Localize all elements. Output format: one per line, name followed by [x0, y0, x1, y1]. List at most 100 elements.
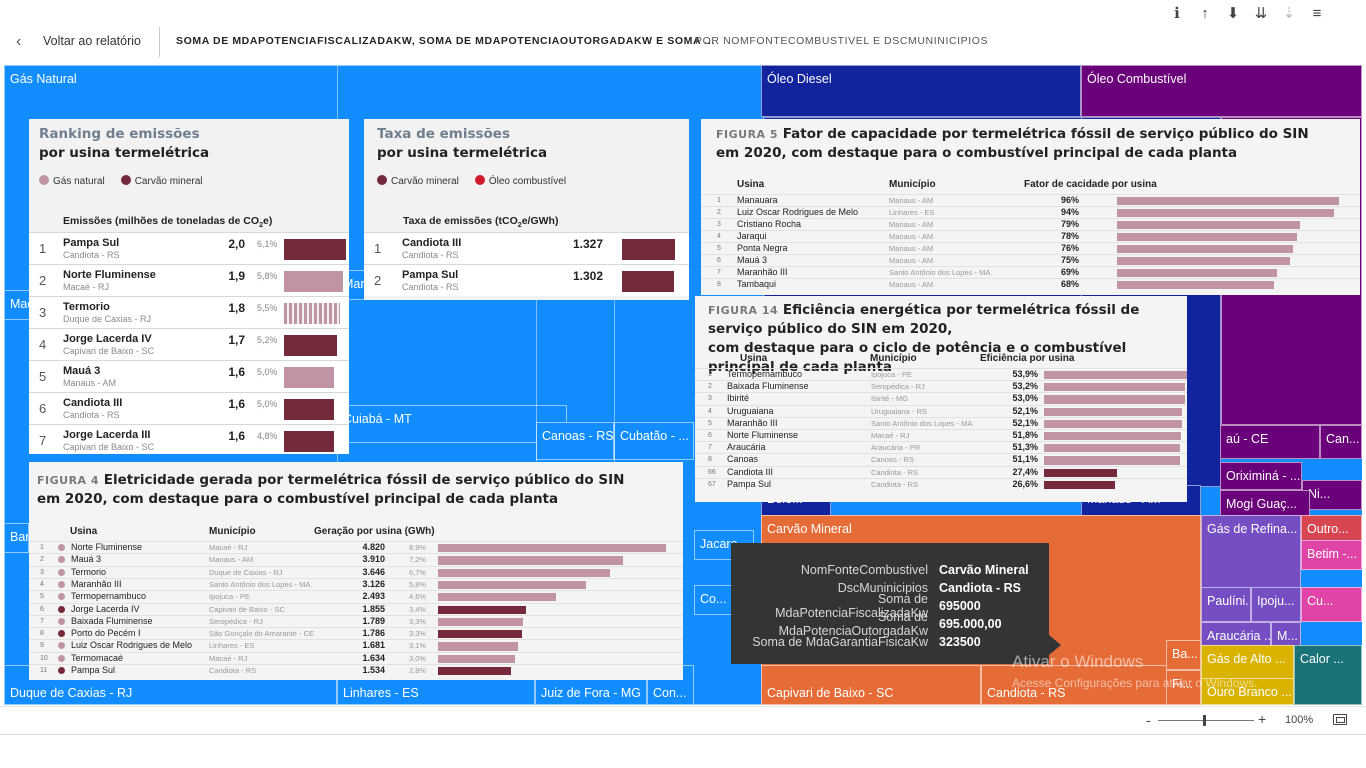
figura5-header-metric: Fator de cacidade por usina	[1024, 179, 1157, 190]
metric-value: 27,4%	[1012, 466, 1038, 477]
more-options-icon[interactable]: ≡	[1308, 4, 1326, 24]
figura4-card: FIGURA 4 Eletricidade gerada por termelé…	[29, 462, 683, 680]
figura4-row: 8 Porto do Pecém I São Gonçalo do Amarante…	[29, 627, 683, 639]
metric-bar	[438, 630, 522, 639]
metric-value: 75%	[1060, 255, 1079, 265]
emission-value: 1,7	[228, 333, 245, 347]
back-to-report-link[interactable]: Voltar ao relatório	[43, 34, 141, 48]
treemap-cell[interactable]: Oriximiná - ...	[1220, 462, 1302, 490]
fuel-dot-icon	[58, 568, 65, 576]
treemap-cell[interactable]: Cu...	[1301, 587, 1362, 622]
metric-value: 53,0%	[1012, 393, 1038, 404]
treemap-cell[interactable]: Capivari de Baixo - SC	[761, 665, 981, 705]
plant-location: Capivari de Baixo - SC	[63, 346, 155, 356]
metric-share: 8,9%	[409, 543, 427, 552]
expand-all-icon[interactable]: ⇊	[1252, 4, 1270, 24]
emission-bar	[284, 271, 343, 292]
figura14-row: 5 Maranhão III Santo Antônio dos Lopes - M…	[695, 416, 1187, 429]
fit-to-page-icon[interactable]	[1333, 714, 1347, 725]
toolbar-icons: ℹ ↑ ⬇ ⇊ ⇣ ≡	[1168, 4, 1326, 24]
treemap-cell[interactable]: aú - CE	[1220, 425, 1320, 459]
taxa-row: 1 Candiota III Candiota - RS 1.327	[364, 232, 689, 264]
treemap-cell[interactable]: Canoas - RS	[536, 422, 614, 460]
plant-city: Canoas - RS	[871, 455, 914, 465]
legend-item: Óleo combustível	[474, 175, 566, 187]
plant-city: Manaus - AM	[889, 196, 934, 205]
metric-bar	[1044, 432, 1181, 441]
plant-city: Manaus - AM	[889, 280, 934, 289]
emission-share: 5,8%	[257, 271, 278, 281]
rank-number: 3	[39, 305, 47, 320]
expand-next-level-icon[interactable]: ⇣	[1280, 4, 1298, 24]
figura14-row: 8 Canoas Canoas - RS 51,1%	[695, 453, 1187, 465]
treemap-cell-label: Oriximiná - ...	[1226, 469, 1301, 483]
fuel-dot-icon	[58, 642, 65, 650]
row-index: 4	[708, 407, 712, 415]
metric-value: 3.910	[362, 554, 385, 565]
fuel-dot-icon	[58, 605, 65, 613]
row-index: 7	[708, 444, 712, 452]
legend-dot-icon	[377, 175, 387, 185]
plant-name: Pampa Sul	[727, 478, 772, 489]
legend-label: Carvão mineral	[134, 176, 203, 187]
zoom-out-button[interactable]: -	[1146, 712, 1151, 728]
metric-bar	[1044, 383, 1185, 392]
ranking-row: 3 Termorio Duque de Caxias - RJ 1,8 5,5%	[29, 296, 349, 328]
row-index: 1	[717, 197, 721, 204]
info-icon[interactable]: ℹ	[1168, 4, 1186, 24]
metric-bar	[438, 593, 556, 602]
treemap-cell[interactable]: Can...	[1320, 425, 1362, 459]
emission-bar	[284, 399, 334, 420]
metric-value: 26,6%	[1012, 478, 1038, 489]
plant-name: Cristiano Rocha	[737, 219, 802, 229]
treemap-cell-label: Ni...	[1308, 487, 1331, 501]
emission-value: 2,0	[228, 237, 245, 251]
treemap-cell[interactable]: Óleo Diesel	[761, 65, 1081, 117]
drill-down-icon[interactable]: ⬇	[1224, 4, 1242, 24]
figura4-title: FIGURA 4 Eletricidade gerada por termelé…	[37, 472, 625, 507]
rank-number: 2	[39, 273, 47, 288]
zoom-in-button[interactable]: +	[1258, 711, 1266, 727]
metric-value: 53,9%	[1012, 369, 1038, 379]
metric-bar	[438, 556, 623, 565]
treemap-cell-label: aú - CE	[1226, 432, 1269, 446]
treemap-cell[interactable]: Betim -...	[1301, 540, 1362, 570]
treemap-cell-label: Óleo Combustível	[1087, 72, 1187, 86]
treemap-cell[interactable]: Ni...	[1302, 480, 1362, 510]
chevron-left-icon[interactable]: ‹	[16, 33, 21, 51]
metric-value: 1.789	[362, 615, 385, 626]
treemap-cell-label: Betim -...	[1307, 547, 1358, 561]
plant-city: Candiota - RS	[871, 479, 919, 489]
zoom-slider-thumb[interactable]	[1203, 715, 1207, 726]
treemap-cell[interactable]: Paulíni...	[1201, 587, 1251, 622]
figura5-row: 7 Maranhão III Santo Antônio dos Lopes - M…	[701, 266, 1360, 278]
plant-location: Candiota - RS	[402, 282, 459, 292]
metric-bar	[1044, 468, 1117, 477]
metric-bar	[1117, 209, 1334, 217]
emission-share: 5,0%	[257, 367, 278, 377]
figura4-header-municipio: Município	[209, 526, 256, 537]
treemap-cell[interactable]: Bar	[4, 523, 29, 553]
plant-name: Porto do Pecém I	[71, 628, 141, 639]
row-index: 1	[708, 371, 712, 378]
watermark-line1: Ativar o Windows	[1012, 652, 1144, 671]
figura5-header-municipio: Município	[889, 179, 936, 190]
treemap-cell-label: Ipoju...	[1257, 594, 1295, 608]
treemap-cell[interactable]: Calor ...	[1294, 645, 1362, 705]
treemap-cell[interactable]: Cuiabá - MT	[337, 405, 567, 443]
metric-value: 51,3%	[1012, 442, 1038, 453]
treemap-cell[interactable]: Ipoju...	[1251, 587, 1301, 622]
treemap-cell[interactable]: Cubatão - ...	[614, 422, 694, 460]
figura5-header-usina: Usina	[737, 179, 765, 190]
metric-value: 1.855	[362, 603, 385, 614]
visual-title: SOMA DE MDAPOTENCIAFISCALIZADAKW, SOMA D…	[176, 35, 715, 47]
drill-up-icon[interactable]: ↑	[1196, 4, 1214, 24]
treemap-cell[interactable]: Óleo Combustível	[1081, 65, 1362, 117]
plant-name: Mauá 3	[63, 365, 101, 377]
rank-number: 6	[39, 401, 47, 416]
treemap-cell-label: Duque de Caxias - RJ	[10, 686, 133, 700]
treemap-cell-label: Bar	[10, 530, 29, 544]
treemap-cell-label: Co...	[700, 592, 727, 606]
metric-bar	[438, 617, 523, 627]
figura4-row: 6 Jorge Lacerda IV Capivari de Baixo - SC 1…	[29, 602, 683, 615]
